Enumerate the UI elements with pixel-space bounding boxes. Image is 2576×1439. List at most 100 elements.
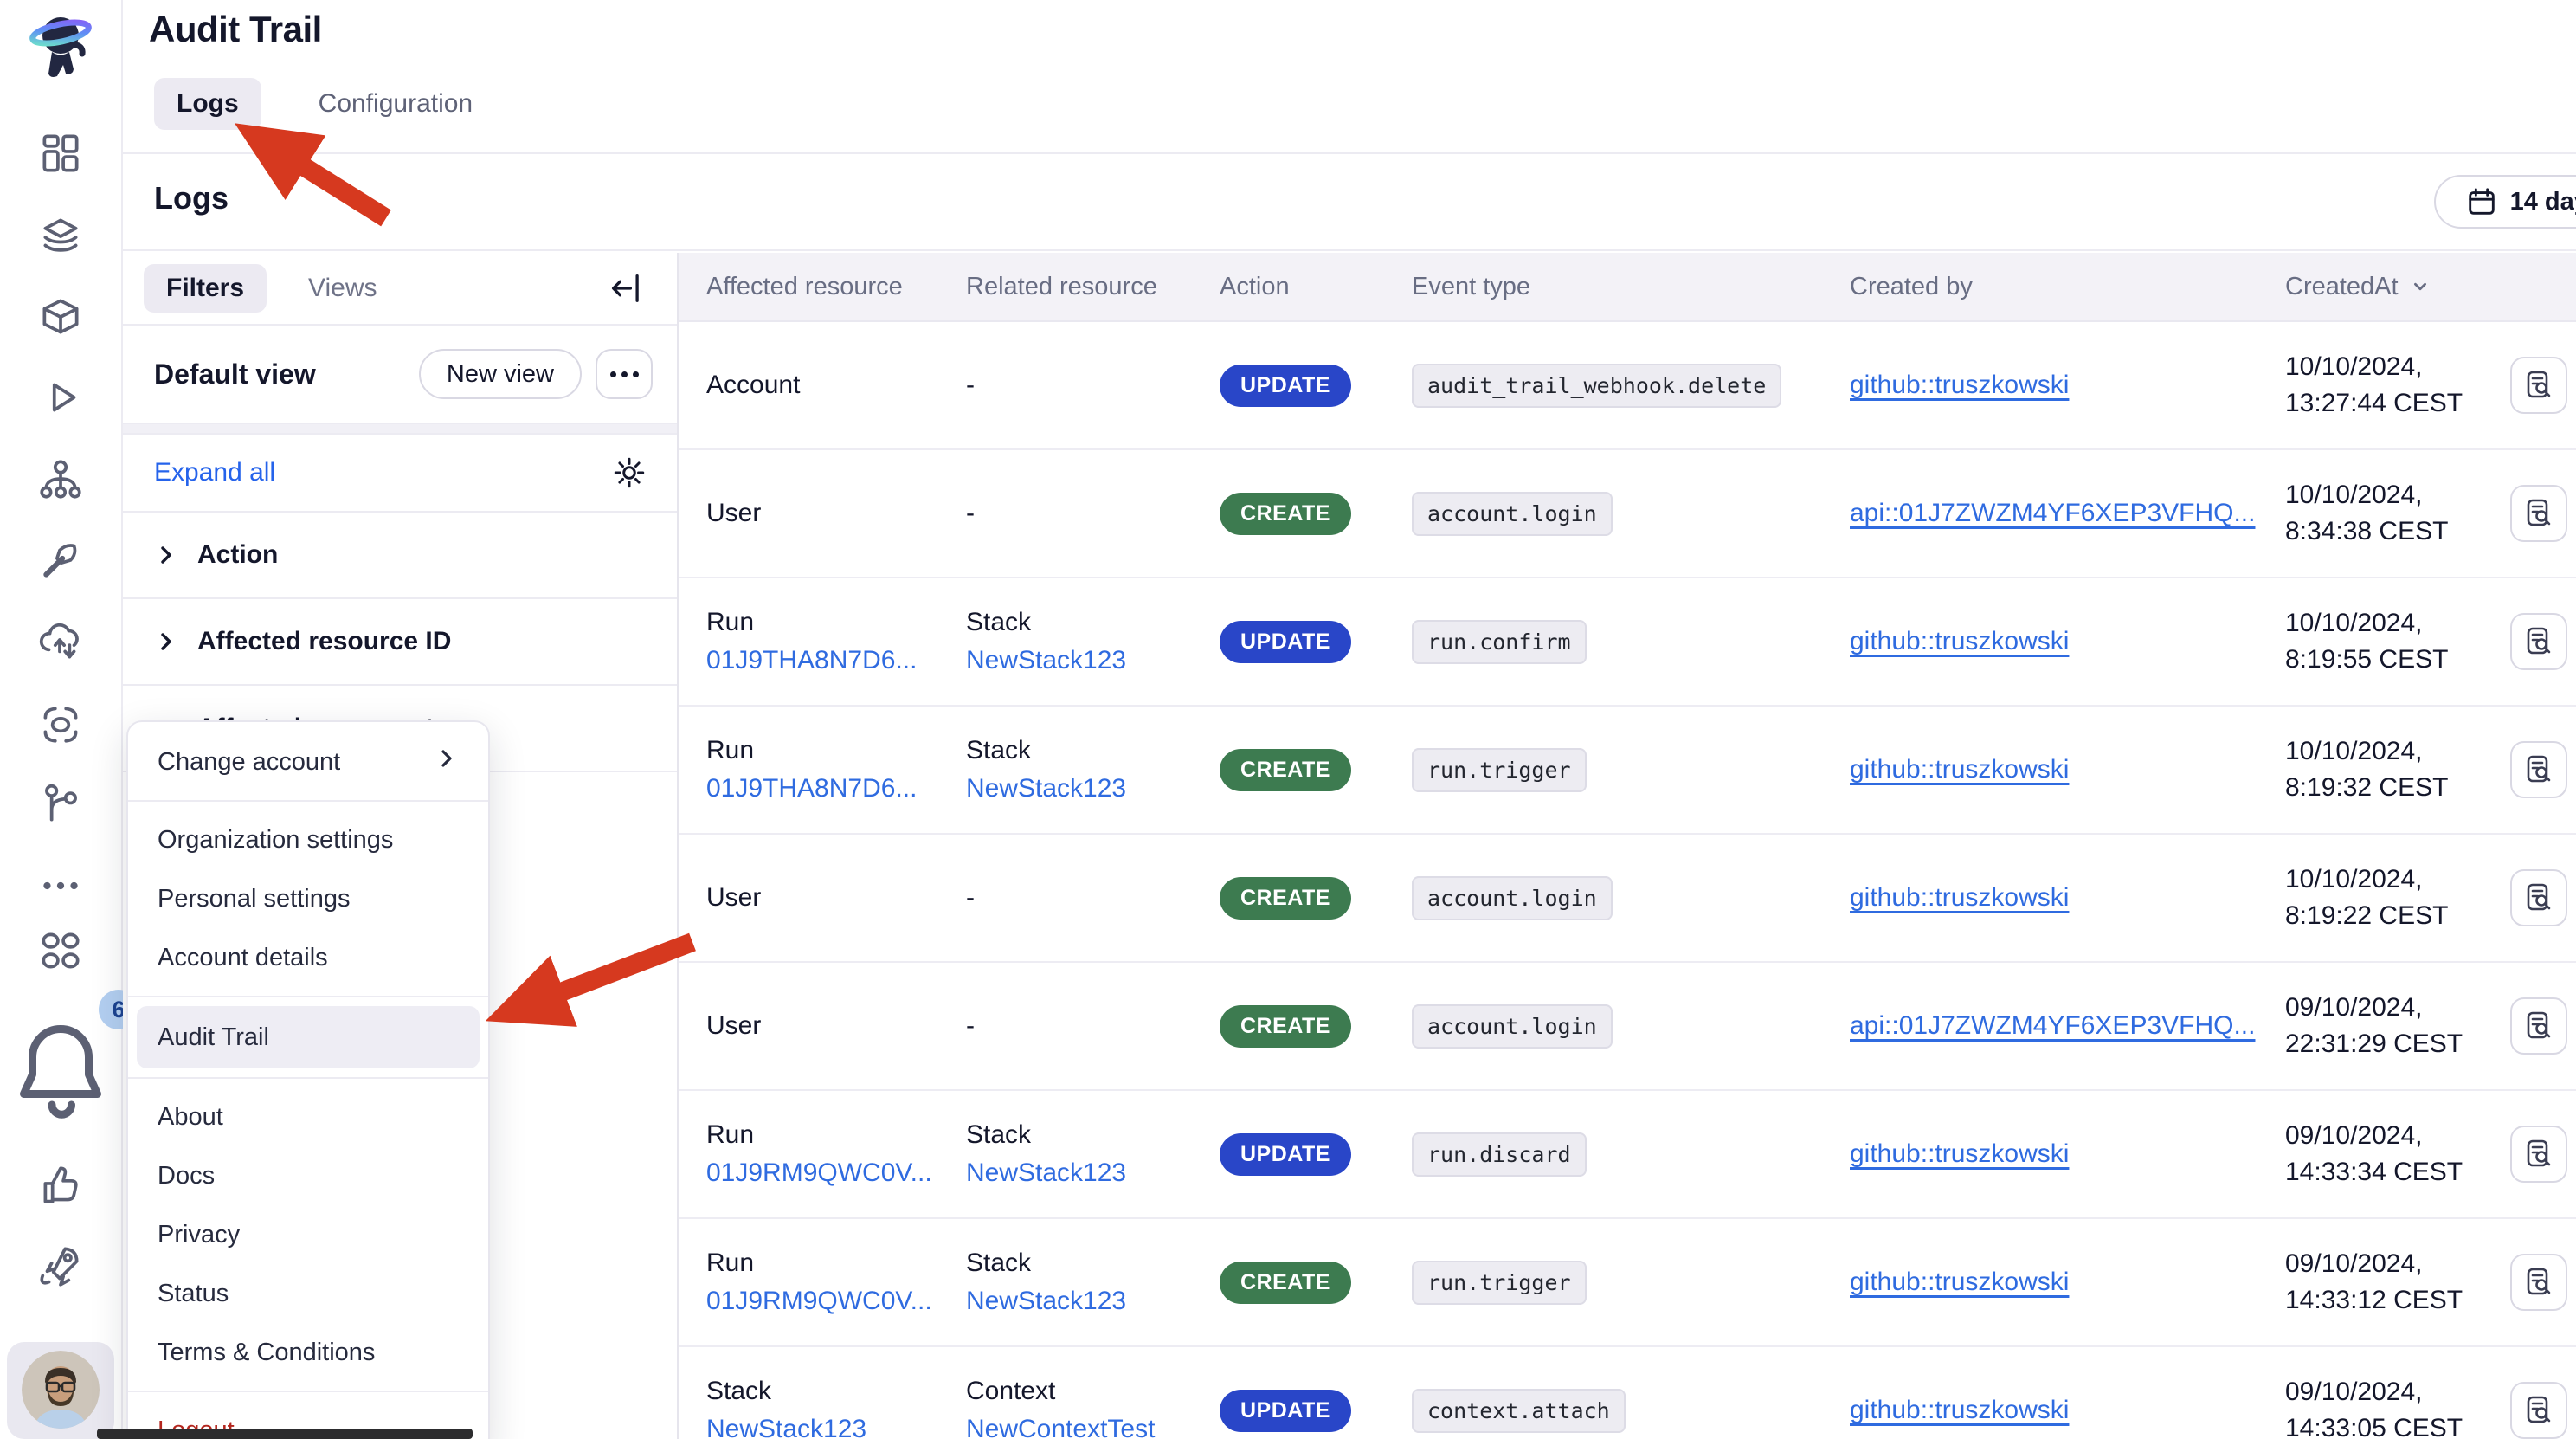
created-by-link[interactable]: github::truszkowski xyxy=(1850,883,2069,912)
vcs-icon[interactable] xyxy=(35,779,86,829)
apps-icon[interactable] xyxy=(35,926,86,976)
blueprints-icon[interactable] xyxy=(35,291,86,341)
expand-all-link[interactable]: Expand all xyxy=(154,458,275,487)
created-at-cell: 10/10/2024, 8:19:22 CEST xyxy=(2285,865,2510,931)
created-by-link[interactable]: github::truszkowski xyxy=(1850,1396,2069,1424)
created-by-link[interactable]: github::truszkowski xyxy=(1850,371,2069,399)
column-header-label: Event type xyxy=(1412,273,1530,301)
created-at-time: 14:33:12 CEST xyxy=(2285,1286,2510,1315)
menu-item-personal-settings[interactable]: Personal settings xyxy=(128,869,488,928)
log-search-icon xyxy=(2521,1393,2556,1428)
view-log-button[interactable] xyxy=(2510,997,2567,1055)
affected-resource-cell: User xyxy=(706,1011,966,1041)
related-resource-link[interactable]: NewStack123 xyxy=(966,1287,1220,1316)
view-log-button[interactable] xyxy=(2510,485,2567,542)
menu-item-account-details[interactable]: Account details xyxy=(128,928,488,987)
view-log-button[interactable] xyxy=(2510,1254,2567,1311)
spacelift-logo[interactable] xyxy=(21,7,100,90)
row-actions-cell xyxy=(2510,613,2576,670)
runs-icon[interactable] xyxy=(35,372,86,423)
related-resource-link[interactable]: NewStack123 xyxy=(966,774,1220,803)
avatar xyxy=(22,1351,100,1429)
cloud-integrations-icon[interactable] xyxy=(35,616,86,667)
created-by-link[interactable]: api::01J7ZWZM4YF6XEP3VFHQ... xyxy=(1850,1011,2255,1040)
menu-item-label: Audit Trail xyxy=(158,1023,269,1052)
created-at-time: 8:34:38 CEST xyxy=(2285,517,2510,546)
worker-pools-icon[interactable] xyxy=(35,535,86,585)
filter-group[interactable]: Affected resource ID xyxy=(123,599,677,686)
action-badge: CREATE xyxy=(1220,1005,1351,1048)
menu-item-docs[interactable]: Docs xyxy=(128,1146,488,1205)
tab-logs[interactable]: Logs xyxy=(154,78,261,130)
stacks-icon[interactable] xyxy=(35,210,86,260)
collapse-panel-icon[interactable] xyxy=(608,269,646,307)
view-log-button[interactable] xyxy=(2510,741,2567,798)
user-menu-button[interactable] xyxy=(7,1342,114,1439)
tab-configuration[interactable]: Configuration xyxy=(296,78,495,130)
menu-item-about[interactable]: About xyxy=(128,1087,488,1146)
created-at-date: 10/10/2024, xyxy=(2285,737,2510,766)
created-by-link[interactable]: github::truszkowski xyxy=(1850,1268,2069,1296)
event-type-cell: account.login xyxy=(1412,886,1850,911)
created-by-cell: github::truszkowski xyxy=(1850,755,2285,784)
view-log-button[interactable] xyxy=(2510,1382,2567,1439)
created-at-time: 14:33:05 CEST xyxy=(2285,1414,2510,1439)
related-resource-link[interactable]: NewStack123 xyxy=(966,1158,1220,1188)
new-view-button[interactable]: New view xyxy=(419,349,582,399)
view-log-button[interactable] xyxy=(2510,1126,2567,1183)
menu-item-organization-settings[interactable]: Organization settings xyxy=(128,810,488,869)
event-type-cell: audit_trail_webhook.delete xyxy=(1412,373,1850,398)
resources-icon[interactable] xyxy=(35,454,86,504)
affected-resource-link[interactable]: 01J9RM9QWC0V... xyxy=(706,1158,966,1188)
column-header[interactable]: CreatedAt xyxy=(2285,273,2510,301)
created-at-time: 8:19:22 CEST xyxy=(2285,901,2510,931)
menu-item-status[interactable]: Status xyxy=(128,1264,488,1323)
created-by-link[interactable]: api::01J7ZWZM4YF6XEP3VFHQ... xyxy=(1850,499,2255,527)
menu-item-change-account[interactable]: Change account xyxy=(128,732,488,791)
action-badge: CREATE xyxy=(1220,493,1351,535)
row-actions-cell xyxy=(2510,869,2576,926)
created-by-link[interactable]: github::truszkowski xyxy=(1850,755,2069,784)
created-at-date: 10/10/2024, xyxy=(2285,481,2510,510)
policies-icon[interactable] xyxy=(35,698,86,748)
affected-resource-link[interactable]: NewStack123 xyxy=(706,1415,966,1439)
feedback-icon[interactable] xyxy=(35,1160,86,1210)
row-actions-cell xyxy=(2510,997,2576,1055)
sidebar-nav xyxy=(35,128,86,911)
view-options-button[interactable] xyxy=(596,349,653,399)
dashboard-icon[interactable] xyxy=(35,128,86,178)
view-log-button[interactable] xyxy=(2510,357,2567,414)
tab-filters[interactable]: Filters xyxy=(144,264,267,313)
menu-separator xyxy=(128,996,488,997)
related-resource-type: - xyxy=(966,371,1220,400)
menu-item-label: About xyxy=(158,1103,223,1132)
related-resource-type: Stack xyxy=(966,1249,1220,1278)
notifications-button[interactable]: 6 xyxy=(0,1005,121,1131)
affected-resource-link[interactable]: 01J9THA8N7D6... xyxy=(706,774,966,803)
created-by-link[interactable]: github::truszkowski xyxy=(1850,627,2069,655)
filter-group[interactable]: Action xyxy=(123,513,677,599)
event-type-chip: run.discard xyxy=(1412,1132,1587,1177)
tab-views[interactable]: Views xyxy=(286,264,399,313)
chevron-right-icon xyxy=(435,746,459,778)
related-resource-type: Context xyxy=(966,1377,1220,1406)
menu-item-audit-trail[interactable]: Audit Trail xyxy=(137,1006,480,1068)
created-by-link[interactable]: github::truszkowski xyxy=(1850,1139,2069,1168)
affected-resource-cell: Run 01J9RM9QWC0V... xyxy=(706,1120,966,1188)
sidebar-bottom-group: 6 xyxy=(0,926,121,1439)
affected-resource-link[interactable]: 01J9RM9QWC0V... xyxy=(706,1287,966,1316)
view-log-button[interactable] xyxy=(2510,613,2567,670)
related-resource-link[interactable]: NewContextTest xyxy=(966,1415,1220,1439)
launchpad-icon[interactable] xyxy=(35,1240,86,1290)
action-cell: CREATE xyxy=(1220,1262,1412,1304)
view-log-button[interactable] xyxy=(2510,869,2567,926)
affected-resource-link[interactable]: 01J9THA8N7D6... xyxy=(706,646,966,675)
date-range-button[interactable]: 14 days xyxy=(2434,175,2576,229)
gear-icon[interactable] xyxy=(611,455,647,491)
more-icon[interactable] xyxy=(35,861,86,911)
menu-item-privacy[interactable]: Privacy xyxy=(128,1205,488,1264)
created-at-date: 10/10/2024, xyxy=(2285,352,2510,382)
menu-item-terms-conditions[interactable]: Terms & Conditions xyxy=(128,1323,488,1382)
event-type-cell: run.trigger xyxy=(1412,758,1850,783)
related-resource-link[interactable]: NewStack123 xyxy=(966,646,1220,675)
